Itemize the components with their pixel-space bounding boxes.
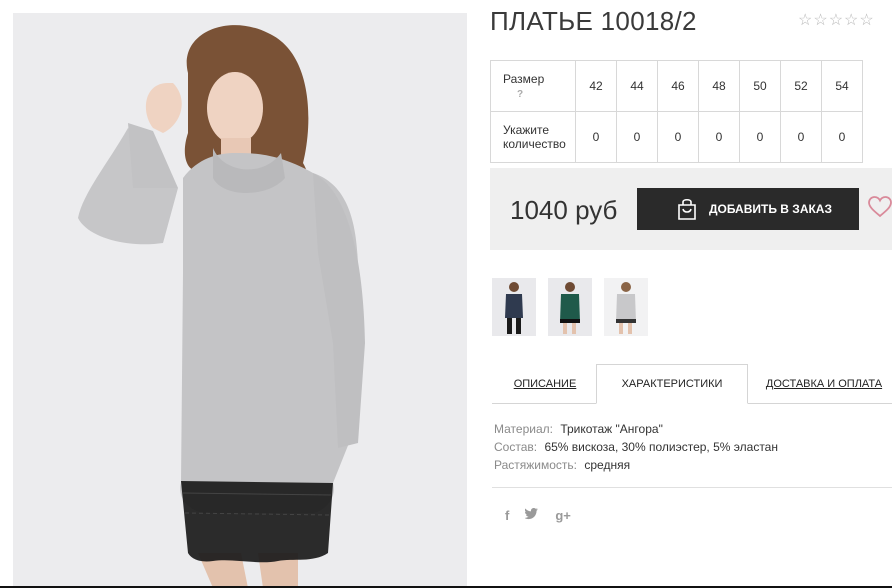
product-title: ПЛАТЬЕ 10018/2 [490,6,697,36]
size-cell: 54 [821,60,863,112]
product-photo-illustration [13,13,467,588]
size-cell: 48 [698,60,740,112]
thumbnail-navy-dress[interactable] [492,278,536,336]
shopping-bag-icon [675,197,699,221]
buy-panel: 1040 руб ДОБАВИТЬ В ЗАКАЗ [490,168,892,250]
social-share: f g+ [505,507,571,523]
tab-characteristics[interactable]: ХАРАКТЕРИСТИКИ [596,364,748,404]
size-quantity-table: Размер ? 42 44 46 48 50 52 54 Укажите ко… [490,60,863,163]
quantity-row: Укажите количество 0 0 0 0 0 0 0 [490,111,863,163]
size-header: Размер ? [490,60,576,112]
product-photo[interactable] [13,13,467,588]
characteristic-row: Материал: Трикотаж "Ангора" [494,420,778,438]
characteristic-label: Материал: [494,422,553,436]
characteristic-value: 65% вискоза, 30% полиэстер, 5% эластан [544,440,778,454]
size-cell: 50 [739,60,781,112]
star-icon[interactable]: ☆ [829,13,843,29]
characteristic-label: Растяжимость: [494,458,578,472]
add-to-order-label: ДОБАВИТЬ В ЗАКАЗ [709,202,832,216]
characteristic-row: Растяжимость: средняя [494,456,778,474]
tab-delivery[interactable]: ДОСТАВКА И ОПЛАТА [764,364,884,404]
size-row: Размер ? 42 44 46 48 50 52 54 [490,60,863,112]
quantity-input[interactable]: 0 [698,111,740,163]
thumbnail-gallery [492,278,648,336]
characteristic-value: Трикотаж "Ангора" [560,422,663,436]
thumbnail-grey-dress[interactable] [604,278,648,336]
thumbnail-green-dress[interactable] [548,278,592,336]
star-icon[interactable]: ☆ [859,13,873,29]
star-icon[interactable]: ☆ [798,13,812,29]
size-cell: 52 [780,60,822,112]
quantity-input[interactable]: 0 [657,111,699,163]
quantity-input[interactable]: 0 [780,111,822,163]
tab-description[interactable]: ОПИСАНИЕ [502,364,588,404]
google-plus-icon[interactable]: g+ [555,508,571,523]
twitter-icon[interactable] [524,507,539,523]
quantity-label: Укажите количество [490,111,576,163]
size-cell: 44 [616,60,658,112]
size-cell: 42 [575,60,617,112]
add-to-order-button[interactable]: ДОБАВИТЬ В ЗАКАЗ [637,188,859,230]
characteristic-value: средняя [584,458,631,472]
size-label: Размер [503,72,545,86]
quantity-input[interactable]: 0 [739,111,781,163]
characteristic-row: Состав: 65% вискоза, 30% полиэстер, 5% э… [494,438,778,456]
star-icon[interactable]: ☆ [813,13,827,29]
quantity-input[interactable]: 0 [616,111,658,163]
heart-icon[interactable] [868,196,892,223]
section-divider [492,487,892,488]
characteristics-list: Материал: Трикотаж "Ангора" Состав: 65% … [494,420,778,474]
size-help-link[interactable]: ? [517,89,575,100]
quantity-input[interactable]: 0 [575,111,617,163]
rating-stars[interactable]: ☆ ☆ ☆ ☆ ☆ [798,13,874,29]
characteristic-label: Состав: [494,440,538,454]
facebook-icon[interactable]: f [505,508,509,523]
quantity-input[interactable]: 0 [821,111,863,163]
price: 1040 руб [510,195,618,225]
star-icon[interactable]: ☆ [844,13,858,29]
size-cell: 46 [657,60,699,112]
